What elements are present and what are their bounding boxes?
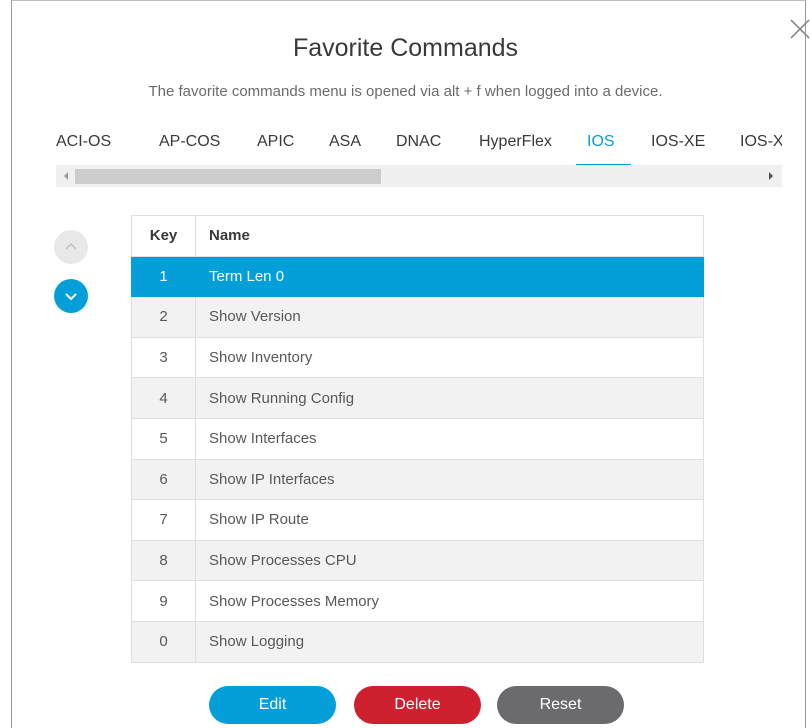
row-key: 5 — [131, 417, 196, 460]
row-name: Show Interfaces — [195, 417, 704, 460]
name-column-header: Name — [195, 215, 704, 257]
tab-ios-xe[interactable]: IOS-XE — [651, 132, 705, 166]
table-row[interactable]: 3 Show Inventory — [131, 336, 704, 379]
row-key: 2 — [131, 296, 196, 338]
tab-ap-cos[interactable]: AP-COS — [159, 132, 220, 166]
row-name: Show Version — [195, 296, 704, 338]
table-row[interactable]: 4 Show Running Config — [131, 377, 704, 419]
row-key: 8 — [131, 539, 196, 582]
tabs-scrollbar[interactable] — [56, 165, 782, 187]
table-row[interactable]: 8 Show Processes CPU — [131, 539, 704, 582]
reset-button[interactable]: Reset — [497, 686, 624, 724]
delete-button[interactable]: Delete — [354, 686, 481, 724]
dialog-subtitle: The favorite commands menu is opened via… — [148, 83, 663, 100]
row-name: Term Len 0 — [195, 255, 704, 298]
chevron-down-icon — [65, 293, 77, 301]
table-row[interactable]: 5 Show Interfaces — [131, 417, 704, 460]
tab-ios-xr[interactable]: IOS-XR — [740, 132, 782, 166]
row-name: Show IP Route — [195, 499, 704, 541]
row-key: 6 — [131, 458, 196, 501]
table-row[interactable]: 6 Show IP Interfaces — [131, 458, 704, 501]
commands-table: Key Name 1 Term Len 0 2 Show Version 3 S… — [131, 215, 704, 663]
row-name: Show IP Interfaces — [195, 458, 704, 501]
row-key: 7 — [131, 499, 196, 541]
row-name: Show Processes Memory — [195, 580, 704, 622]
row-key: 9 — [131, 580, 196, 622]
caret-left-icon[interactable] — [61, 170, 71, 182]
row-name: Show Processes CPU — [195, 539, 704, 582]
scrollbar-thumb[interactable] — [75, 169, 381, 184]
tab-hyperflex[interactable]: HyperFlex — [479, 132, 552, 166]
row-key: 4 — [131, 377, 196, 419]
tab-apic[interactable]: APIC — [257, 132, 294, 166]
row-name: Show Inventory — [195, 336, 704, 379]
tab-ios[interactable]: IOS — [587, 132, 615, 166]
row-name: Show Logging — [195, 620, 704, 663]
row-key: 3 — [131, 336, 196, 379]
tab-asa[interactable]: ASA — [329, 132, 361, 166]
dialog-title: Favorite Commands — [292, 34, 519, 62]
row-name: Show Running Config — [195, 377, 704, 419]
row-key: 1 — [131, 255, 196, 298]
tab-aci-os[interactable]: ACI-OS — [56, 132, 111, 166]
caret-right-icon[interactable] — [766, 170, 776, 182]
table-row[interactable]: 9 Show Processes Memory — [131, 580, 704, 622]
table-row[interactable]: 1 Term Len 0 — [131, 255, 704, 298]
move-up-button[interactable] — [54, 230, 88, 264]
edit-button[interactable]: Edit — [209, 686, 336, 724]
table-row[interactable]: 7 Show IP Route — [131, 499, 704, 541]
table-row[interactable]: 2 Show Version — [131, 296, 704, 338]
key-column-header: Key — [131, 215, 196, 257]
tab-dnac[interactable]: DNAC — [396, 132, 441, 166]
table-row[interactable]: 0 Show Logging — [131, 620, 704, 663]
chevron-up-icon — [65, 242, 77, 250]
move-down-button[interactable] — [54, 279, 88, 313]
row-key: 0 — [131, 620, 196, 663]
table-header-row: Key Name — [131, 215, 704, 257]
